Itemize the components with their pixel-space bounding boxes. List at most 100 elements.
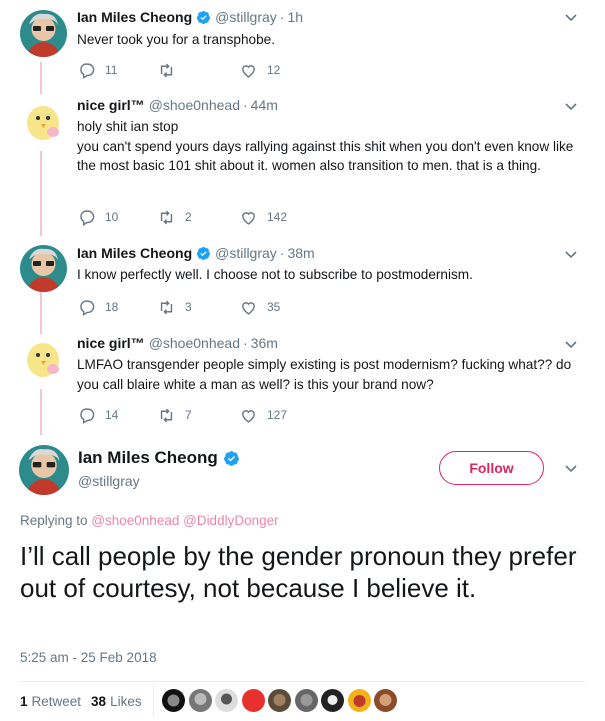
like-icon <box>242 301 255 315</box>
replying-prefix: Replying to <box>20 513 88 528</box>
liker-avatar[interactable] <box>215 689 238 712</box>
main-display-name[interactable]: Ian Miles Cheong <box>78 448 240 468</box>
reply-icon <box>80 62 95 79</box>
display-name[interactable]: nice girl™ <box>77 335 145 351</box>
timestamp[interactable]: 36m <box>251 335 278 351</box>
retweet-count: 3 <box>185 300 192 314</box>
main-tweet-text: I’ll call people by the gender pronoun t… <box>20 541 577 603</box>
reply-button[interactable]: 10 <box>78 209 158 226</box>
handle[interactable]: @shoe0nhead <box>149 335 240 351</box>
reply-count: 10 <box>105 210 119 224</box>
reply-count: 18 <box>105 300 119 314</box>
retweet-stat-count: 1 <box>20 694 28 709</box>
tweet-text: LMFAO transgender people simply existing… <box>77 357 572 392</box>
like-count: 127 <box>267 408 288 422</box>
tweet[interactable]: Ian Miles Cheong @stillgray · 38m I know… <box>0 235 605 325</box>
reply-icon <box>80 299 95 316</box>
mention-link[interactable]: @DiddlyDonger <box>183 513 279 528</box>
separator: · <box>279 9 285 25</box>
liker-avatar[interactable] <box>321 689 344 712</box>
timestamp[interactable]: 38m <box>287 245 314 261</box>
display-name[interactable]: nice girl™ <box>77 97 145 113</box>
main-handle[interactable]: @stillgray <box>78 473 140 489</box>
display-name[interactable]: Ian Miles Cheong <box>77 9 192 25</box>
reply-button[interactable]: 14 <box>78 407 158 424</box>
timestamp[interactable]: 1h <box>287 9 303 25</box>
tweet[interactable]: Ian Miles Cheong @stillgray · 1h Never t… <box>0 0 605 90</box>
retweet-button[interactable]: 3 <box>158 299 240 316</box>
main-name-text[interactable]: Ian Miles Cheong <box>78 448 218 468</box>
handle[interactable]: @stillgray <box>215 9 277 25</box>
avatar[interactable] <box>20 335 67 382</box>
liker-avatar[interactable] <box>294 689 318 712</box>
tweet-actions: 14 7 127 <box>78 405 320 425</box>
tweet[interactable]: nice girl™ @shoe0nhead · 44m holy shit i… <box>0 90 605 235</box>
handle[interactable]: @shoe0nhead <box>149 97 240 113</box>
liker-avatar[interactable] <box>268 689 291 712</box>
like-stat[interactable]: 38 Likes <box>91 694 142 709</box>
like-icon <box>242 211 255 225</box>
verified-icon <box>197 246 211 260</box>
tweet-text: I know perfectly well. I choose not to s… <box>77 267 473 282</box>
retweet-count: 2 <box>185 210 192 224</box>
like-count: 12 <box>267 63 281 77</box>
tweet-header: Ian Miles Cheong @stillgray · 1h <box>77 9 303 25</box>
chevron-down-icon[interactable] <box>565 14 577 22</box>
like-icon <box>242 409 255 423</box>
follow-button[interactable]: Follow <box>439 451 544 485</box>
reply-button[interactable]: 11 <box>78 62 158 79</box>
retweet-button[interactable]: 7 <box>158 407 240 424</box>
replying-to: Replying to @shoe0nhead @DiddlyDonger <box>20 513 279 528</box>
tweet-actions: 18 3 35 <box>78 297 320 317</box>
tweet-header: nice girl™ @shoe0nhead · 44m <box>77 97 278 113</box>
chevron-down-icon[interactable] <box>565 103 577 111</box>
retweet-count: 7 <box>185 408 192 422</box>
like-stat-label: Likes <box>110 694 142 709</box>
reply-button[interactable]: 18 <box>78 299 158 316</box>
retweet-icon <box>160 210 173 224</box>
handle[interactable]: @stillgray <box>215 245 277 261</box>
tweet-header: nice girl™ @shoe0nhead · 36m <box>77 335 278 351</box>
mention-link[interactable]: @shoe0nhead <box>91 513 179 528</box>
tweet-header: Ian Miles Cheong @stillgray · 38m <box>77 245 315 261</box>
liker-avatar[interactable] <box>374 689 397 712</box>
avatar[interactable] <box>20 245 67 292</box>
main-timestamp[interactable]: 5:25 am - 25 Feb 2018 <box>20 650 157 665</box>
retweet-stat[interactable]: 1 Retweet <box>20 694 81 709</box>
verified-icon <box>223 450 239 466</box>
like-count: 35 <box>267 300 281 314</box>
reply-count: 11 <box>105 63 118 77</box>
avatar[interactable] <box>20 98 67 145</box>
retweet-stat-label: Retweet <box>31 694 82 709</box>
separator: · <box>242 97 248 113</box>
separator: · <box>242 335 248 351</box>
liker-avatar[interactable] <box>162 689 185 712</box>
retweet-button[interactable]: 2 <box>158 209 240 226</box>
chevron-down-icon[interactable] <box>565 465 577 473</box>
like-stat-count: 38 <box>91 694 107 709</box>
verified-icon <box>197 10 211 24</box>
like-button[interactable]: 35 <box>240 299 320 316</box>
timestamp[interactable]: 44m <box>251 97 278 113</box>
reply-icon <box>80 209 95 226</box>
display-name[interactable]: Ian Miles Cheong <box>77 245 192 261</box>
like-button[interactable]: 127 <box>240 407 320 424</box>
reply-icon <box>80 407 95 424</box>
liker-avatars <box>162 689 401 712</box>
retweet-icon <box>160 63 173 77</box>
retweet-button[interactable] <box>158 62 240 79</box>
reply-count: 14 <box>105 408 119 422</box>
liker-avatar[interactable] <box>241 689 265 712</box>
chevron-down-icon[interactable] <box>565 341 577 349</box>
like-button[interactable]: 12 <box>240 62 320 79</box>
retweet-icon <box>160 300 173 314</box>
like-icon <box>242 64 255 78</box>
liker-avatar[interactable] <box>188 689 212 712</box>
main-avatar[interactable] <box>19 445 69 495</box>
like-button[interactable]: 142 <box>240 209 320 226</box>
avatar[interactable] <box>20 10 67 57</box>
tweet[interactable]: nice girl™ @shoe0nhead · 36m LMFAO trans… <box>0 325 605 435</box>
tweet-text: holy shit ian stop you can't spend yours… <box>77 119 574 173</box>
chevron-down-icon[interactable] <box>565 251 577 259</box>
liker-avatar[interactable] <box>347 689 371 712</box>
